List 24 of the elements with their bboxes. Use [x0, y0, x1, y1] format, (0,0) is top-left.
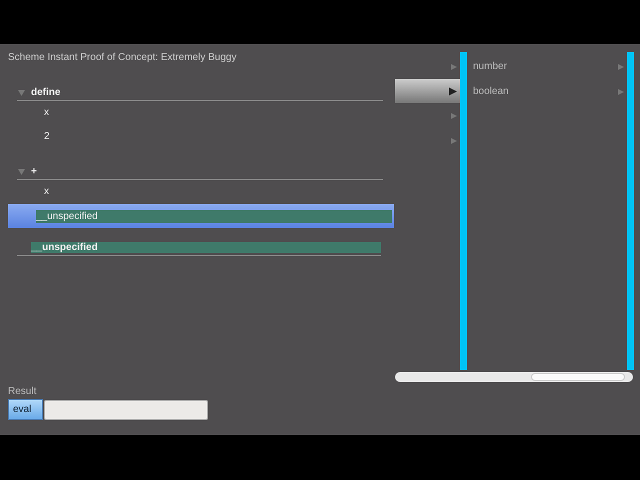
arrow-icon — [618, 64, 624, 70]
disclosure-triangle-icon[interactable] — [18, 169, 25, 175]
column-row[interactable]: number — [467, 54, 627, 79]
column-splitter[interactable] — [627, 52, 634, 370]
tree-item[interactable]: 2 — [8, 125, 395, 149]
column-row[interactable] — [395, 79, 460, 103]
arrow-icon — [451, 138, 457, 144]
disclosure-triangle-icon[interactable] — [18, 90, 25, 96]
eval-button[interactable]: eval — [8, 399, 43, 420]
output-value: __unspecified — [31, 242, 381, 253]
column-row[interactable]: boolean — [467, 79, 627, 104]
window-title: Scheme Instant Proof of Concept: Extremely Buggy — [7, 51, 238, 65]
horizontal-scrollbar[interactable] — [395, 372, 633, 382]
tree-node-label[interactable]: define — [31, 86, 60, 100]
arrow-icon — [449, 86, 457, 96]
arrow-icon — [451, 64, 457, 70]
tree-item[interactable]: x — [8, 101, 395, 125]
tree-node-label[interactable]: + — [31, 165, 37, 179]
arrow-icon — [618, 88, 624, 94]
result-field[interactable] — [44, 400, 208, 420]
selected-row[interactable]: __unspecified — [8, 204, 394, 228]
result-label: Result — [8, 386, 38, 397]
tree-item[interactable]: x — [8, 180, 395, 204]
arrow-icon — [451, 112, 457, 118]
